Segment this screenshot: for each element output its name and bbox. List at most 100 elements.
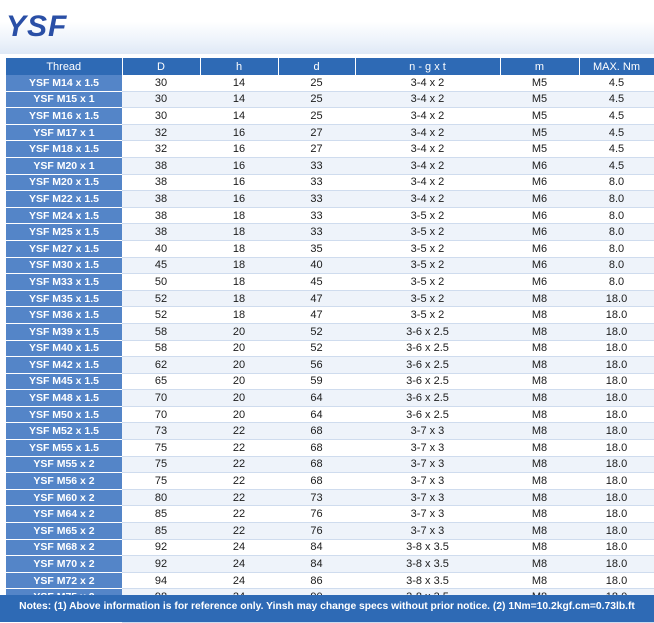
max-nm-cell: 18.0 [579,439,654,457]
max-nm-cell: 18.0 [579,522,654,540]
table-row: YSF M25 x 1.5 38 18 33 3-5 x 2 M6 8.0 [6,223,654,241]
max-nm-cell: 8.0 [579,174,654,192]
small-d-cell: 56 [278,356,355,374]
thread-cell: YSF M40 x 1.5 [6,340,122,358]
thread-cell: YSF M70 x 2 [6,555,122,573]
h-cell: 22 [200,489,278,507]
m-cell: M8 [500,522,579,540]
m-cell: M8 [500,572,579,590]
max-nm-cell: 8.0 [579,190,654,208]
thread-cell: YSF M56 x 2 [6,472,122,490]
table-row: YSF M17 x 1 32 16 27 3-4 x 2 M5 4.5 [6,124,654,142]
table-row: YSF M65 x 2 85 22 76 3-7 x 3 M8 18.0 [6,522,654,540]
d-cell: 92 [122,555,200,573]
ngxt-cell: 3-5 x 2 [355,240,500,258]
m-cell: M5 [500,107,579,125]
d-cell: 70 [122,406,200,424]
small-d-cell: 84 [278,555,355,573]
small-d-cell: 40 [278,257,355,275]
table-row: YSF M20 x 1 38 16 33 3-4 x 2 M6 4.5 [6,157,654,175]
thread-cell: YSF M50 x 1.5 [6,406,122,424]
brand-logo: YSF [6,10,68,43]
spec-table: Thread Dh d n - g x t m MAX. Nm YSF M14 x 1.5… [6,58,654,623]
table-row: YSF M33 x 1.5 50 18 45 3-5 x 2 M6 8.0 [6,273,654,291]
d-cell: 94 [122,572,200,590]
ngxt-cell: 3-5 x 2 [355,207,500,225]
col-d-header: D [122,58,201,75]
small-d-cell: 59 [278,373,355,391]
small-d-cell: 35 [278,240,355,258]
m-cell: M8 [500,489,579,507]
thread-cell: YSF M22 x 1.5 [6,190,122,208]
m-cell: M5 [500,91,579,109]
table-row: YSF M20 x 1.5 38 16 33 3-4 x 2 M6 8.0 [6,174,654,192]
m-cell: M6 [500,273,579,291]
thread-cell: YSF M45 x 1.5 [6,373,122,391]
h-cell: 18 [200,207,278,225]
thread-cell: YSF M24 x 1.5 [6,207,122,225]
thread-cell: YSF M27 x 1.5 [6,240,122,258]
ngxt-cell: 3-4 x 2 [355,157,500,175]
thread-cell: YSF M25 x 1.5 [6,223,122,241]
thread-cell: YSF M33 x 1.5 [6,273,122,291]
m-cell: M8 [500,555,579,573]
m-cell: M8 [500,505,579,524]
small-d-cell: 47 [278,306,355,324]
h-cell: 16 [200,157,278,175]
max-nm-cell: 4.5 [579,107,654,125]
table-header-row: Thread Dh d n - g x t m MAX. Nm [6,58,654,75]
ngxt-cell: 3-7 x 3 [355,439,500,457]
table-row: YSF M14 x 1.5 30 14 25 3-4 x 2 M5 4.5 [6,75,654,92]
small-d-cell: 68 [278,456,355,474]
m-cell: M8 [500,290,579,308]
ngxt-cell: 3-4 x 2 [355,190,500,208]
ngxt-cell: 3-4 x 2 [355,174,500,192]
d-cell: 38 [122,207,200,225]
h-cell: 18 [200,290,278,308]
max-nm-cell: 18.0 [579,505,654,524]
ngxt-cell: 3-4 x 2 [355,91,500,109]
ngxt-cell: 3-8 x 3.5 [355,539,500,557]
table-row: YSF M22 x 1.5 38 16 33 3-4 x 2 M6 8.0 [6,190,654,208]
ngxt-cell: 3-6 x 2.5 [355,406,500,424]
small-d-cell: 33 [278,190,355,208]
col-ngxt-header: n - g x t [355,58,501,75]
small-d-cell: 25 [278,107,355,125]
ngxt-cell: 3-5 x 2 [355,306,500,324]
max-nm-cell: 8.0 [579,273,654,291]
h-cell: 22 [200,456,278,474]
small-d-cell: 27 [278,124,355,142]
d-cell: 52 [122,290,200,308]
ngxt-cell: 3-7 x 3 [355,422,500,441]
max-nm-cell: 4.5 [579,91,654,109]
small-d-cell: 84 [278,539,355,557]
d-cell: 32 [122,140,200,158]
ngxt-cell: 3-7 x 3 [355,505,500,524]
m-cell: M8 [500,472,579,490]
max-nm-cell: 4.5 [579,75,654,92]
h-cell: 14 [200,75,278,92]
max-nm-cell: 18.0 [579,290,654,308]
small-d-cell: 68 [278,422,355,441]
small-d-cell: 33 [278,223,355,241]
ngxt-cell: 3-7 x 3 [355,472,500,490]
max-nm-cell: 18.0 [579,306,654,324]
ngxt-cell: 3-4 x 2 [355,140,500,158]
d-cell: 73 [122,422,200,441]
small-d-cell: 68 [278,472,355,490]
thread-cell: YSF M20 x 1.5 [6,174,122,192]
table-row: YSF M30 x 1.5 45 18 40 3-5 x 2 M6 8.0 [6,257,654,275]
m-cell: M8 [500,323,579,341]
h-cell: 20 [200,323,278,341]
ngxt-cell: 3-6 x 2.5 [355,323,500,341]
h-cell: 14 [200,107,278,125]
h-cell: 16 [200,190,278,208]
thread-cell: YSF M64 x 2 [6,505,122,524]
max-nm-cell: 8.0 [579,207,654,225]
small-d-cell: 33 [278,207,355,225]
m-cell: M5 [500,124,579,142]
m-cell: M6 [500,174,579,192]
m-cell: M8 [500,389,579,407]
thread-cell: YSF M55 x 1.5 [6,439,122,457]
table-row: YSF M42 x 1.5 62 20 56 3-6 x 2.5 M8 18.0 [6,356,654,374]
